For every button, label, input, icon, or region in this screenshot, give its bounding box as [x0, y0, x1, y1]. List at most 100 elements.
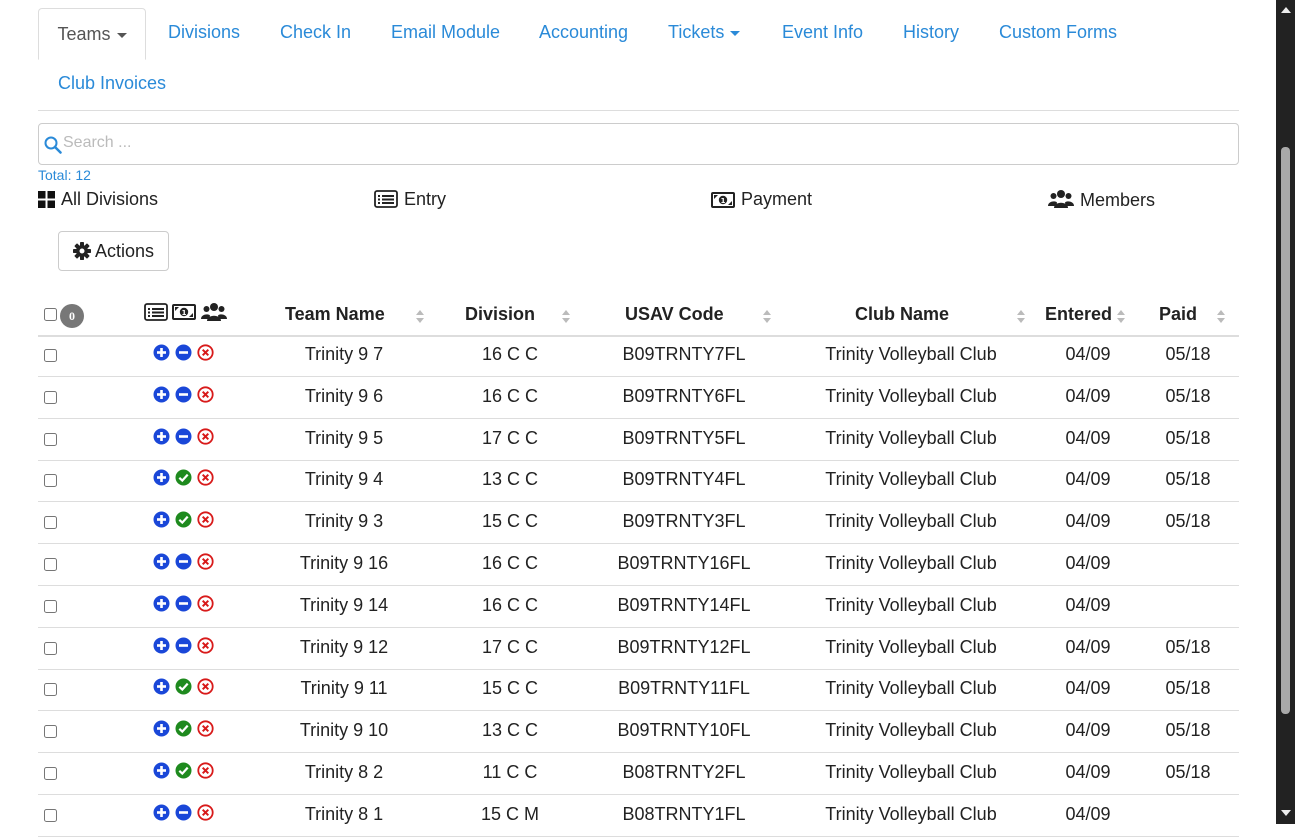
sort-icon[interactable] [763, 310, 771, 324]
minus-circle-icon[interactable] [175, 637, 192, 654]
plus-circle-icon[interactable] [153, 386, 170, 403]
tab-history[interactable]: History [903, 22, 959, 43]
users-icon [1048, 190, 1074, 208]
plus-circle-icon[interactable] [153, 678, 170, 695]
remove-circle-icon[interactable] [197, 636, 214, 654]
sort-icon[interactable] [1017, 310, 1025, 324]
tab-divisions[interactable]: Divisions [168, 22, 240, 43]
sort-icon[interactable] [1117, 310, 1125, 324]
col-entered[interactable]: Entered [1045, 304, 1112, 325]
tab-teams[interactable]: Teams [38, 8, 146, 60]
minus-circle-icon[interactable] [175, 344, 192, 361]
remove-circle-icon[interactable] [197, 427, 214, 445]
remove-circle-icon[interactable] [197, 469, 214, 486]
minus-circle-icon[interactable] [175, 428, 192, 445]
row-checkbox[interactable] [44, 432, 57, 446]
row-checkbox[interactable] [44, 558, 57, 571]
col-paid[interactable]: Paid [1159, 304, 1197, 325]
plus-circle-icon[interactable] [153, 553, 170, 570]
sort-icon[interactable] [416, 310, 424, 324]
row-checkbox[interactable] [44, 349, 57, 362]
cell-entered: 04/09 [1065, 803, 1111, 824]
table-row: Trinity 9 11 15 C C B09TRNTY11FL Trinity Vo… [38, 669, 1239, 712]
filter-payment[interactable]: 1 Payment [711, 189, 812, 210]
cell-division: 17 C C [481, 427, 539, 448]
filter-label: Entry [404, 189, 447, 209]
row-checkbox[interactable] [44, 516, 57, 530]
row-checkbox[interactable] [44, 683, 57, 697]
remove-circle-icon[interactable] [197, 678, 214, 695]
tab-event-info[interactable]: Event Info [782, 22, 863, 43]
minus-circle-icon[interactable] [175, 595, 192, 612]
plus-circle-icon[interactable] [153, 344, 170, 361]
row-checkbox[interactable] [44, 641, 57, 655]
select-all-checkbox[interactable] [44, 308, 57, 321]
tab-email-module[interactable]: Email Module [391, 22, 500, 43]
filter-members[interactable]: Members [1048, 189, 1155, 211]
check-circle-icon[interactable] [175, 720, 192, 737]
table-row: Trinity 9 12 17 C C B09TRNTY12FL Trinity Vo… [38, 628, 1239, 670]
plus-circle-icon[interactable] [153, 762, 170, 779]
tab-teams-label: Teams [57, 24, 111, 44]
search-input[interactable] [63, 124, 1223, 162]
tab-custom-forms[interactable]: Custom Forms [999, 22, 1117, 43]
sort-icon[interactable] [1217, 310, 1225, 324]
row-checkbox[interactable] [44, 767, 57, 780]
cell-entered: 04/09 [1065, 427, 1111, 448]
minus-circle-icon[interactable] [175, 386, 192, 403]
plus-circle-icon[interactable] [153, 511, 170, 528]
filter-all-divisions[interactable]: All Divisions [38, 189, 158, 210]
caret-down-icon [116, 32, 127, 38]
minus-circle-icon[interactable] [175, 553, 192, 570]
cell-paid: 05/18 [1165, 469, 1211, 490]
row-checkbox[interactable] [44, 808, 57, 822]
table-row: Trinity 9 3 15 C C B09TRNTY3FL Trinity Voll… [38, 502, 1239, 545]
sort-icon[interactable] [562, 310, 570, 324]
cell-club-name: Trinity Volleyball Club [825, 385, 997, 406]
check-circle-icon[interactable] [175, 469, 192, 486]
plus-circle-icon[interactable] [153, 720, 170, 737]
minus-circle-icon[interactable] [175, 804, 192, 821]
col-division[interactable]: Division [465, 304, 535, 325]
remove-circle-icon[interactable] [197, 762, 214, 779]
row-checkbox[interactable] [44, 390, 57, 404]
check-circle-icon[interactable] [175, 762, 192, 779]
plus-circle-icon[interactable] [153, 469, 170, 486]
remove-circle-icon[interactable] [197, 553, 214, 570]
check-circle-icon[interactable] [175, 511, 192, 528]
actions-button[interactable]: Actions [58, 231, 169, 271]
row-status-icons [153, 427, 219, 446]
check-circle-icon[interactable] [175, 678, 192, 695]
tab-check-in[interactable]: Check In [280, 22, 351, 43]
row-checkbox[interactable] [44, 474, 57, 488]
remove-circle-icon[interactable] [197, 720, 214, 737]
cell-paid: 05/18 [1165, 720, 1211, 741]
tab-club-invoices[interactable]: Club Invoices [58, 73, 166, 94]
plus-circle-icon[interactable] [153, 428, 170, 445]
vertical-scrollbar[interactable] [1276, 0, 1295, 824]
scroll-up-arrow-icon[interactable] [1281, 7, 1291, 13]
row-status-icons [153, 636, 219, 655]
scroll-down-arrow-icon[interactable] [1281, 810, 1291, 816]
col-club-name[interactable]: Club Name [855, 304, 949, 325]
row-checkbox[interactable] [44, 725, 57, 739]
plus-circle-icon[interactable] [153, 595, 170, 612]
cell-entered: 04/09 [1065, 720, 1111, 741]
filter-entry[interactable]: Entry [374, 189, 446, 210]
tab-tickets[interactable]: Tickets [668, 22, 741, 43]
remove-circle-icon[interactable] [197, 511, 214, 528]
cell-team-name: Trinity 9 4 [304, 469, 384, 490]
col-usav-code[interactable]: USAV Code [625, 304, 724, 325]
col-team-name[interactable]: Team Name [285, 304, 385, 325]
remove-circle-icon[interactable] [197, 595, 214, 612]
plus-circle-icon[interactable] [153, 804, 170, 821]
row-checkbox[interactable] [44, 599, 57, 613]
scrollbar-thumb[interactable] [1281, 147, 1290, 714]
cell-usav-code: B09TRNTY4FL [622, 469, 746, 490]
remove-circle-icon[interactable] [197, 804, 214, 821]
tab-accounting[interactable]: Accounting [539, 22, 628, 43]
remove-circle-icon[interactable] [197, 344, 214, 361]
cell-entered: 04/09 [1065, 762, 1111, 782]
plus-circle-icon[interactable] [153, 637, 170, 654]
remove-circle-icon[interactable] [197, 386, 214, 403]
